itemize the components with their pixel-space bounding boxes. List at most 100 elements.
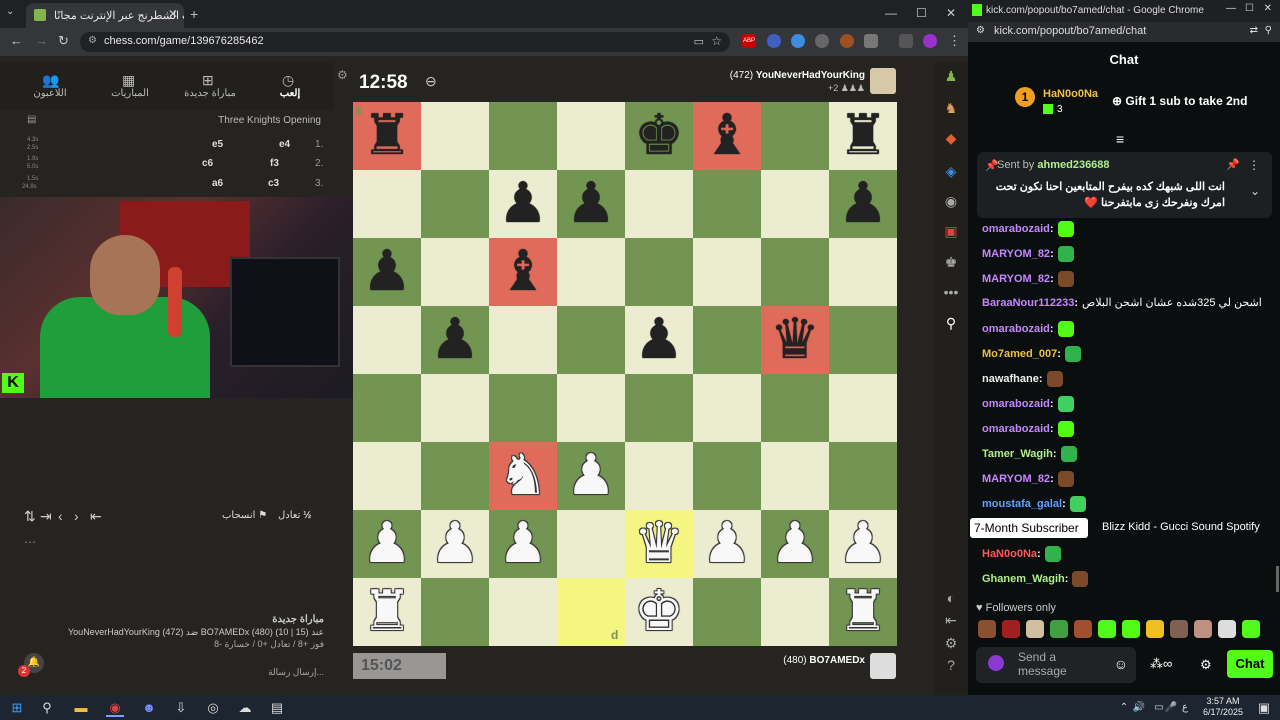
extensions-puzzle-icon[interactable] — [864, 34, 878, 48]
adblock-icon[interactable]: ABP — [742, 34, 756, 48]
black-piece-c6[interactable]: ♝ — [489, 238, 557, 306]
emote-icon[interactable] — [1170, 620, 1188, 638]
square-a3[interactable] — [353, 442, 421, 510]
white-move[interactable]: e4 — [279, 139, 290, 150]
chess-pawn-icon[interactable]: ♟ — [941, 68, 961, 88]
opponent-player[interactable]: (472) YouNeverHadYourKing +2 ♟♟♟ — [650, 70, 865, 94]
square-b8[interactable] — [421, 102, 489, 170]
emote-icon[interactable] — [1218, 620, 1236, 638]
help-icon[interactable]: ? — [941, 657, 961, 677]
extension-icon[interactable] — [767, 34, 781, 48]
start-menu-icon[interactable]: ⊞ — [8, 699, 26, 717]
chat-settings-icon[interactable]: ⚙ — [1200, 657, 1212, 673]
cast-icon[interactable]: ▭ — [694, 35, 704, 48]
chat-scrollbar[interactable] — [1276, 566, 1279, 592]
square-b3[interactable] — [421, 442, 489, 510]
white-piece-d3[interactable]: ♟ — [557, 442, 625, 510]
square-d8[interactable] — [557, 102, 625, 170]
square-h5[interactable] — [829, 306, 897, 374]
chat-username[interactable]: MARYOM_82 — [982, 473, 1050, 485]
system-clock[interactable]: 3:57 AM 6/17/2025 — [1193, 696, 1253, 718]
theme-toggle-icon[interactable]: ◐ — [941, 590, 961, 610]
square-g6[interactable] — [761, 238, 829, 306]
white-move[interactable]: f3 — [270, 158, 279, 169]
chat-username[interactable]: nawafhane — [982, 373, 1039, 385]
emote-icon[interactable] — [1026, 620, 1044, 638]
emote-icon[interactable] — [1242, 620, 1260, 638]
square-c5[interactable] — [489, 306, 557, 374]
square-d6[interactable] — [557, 238, 625, 306]
square-a7[interactable] — [353, 170, 421, 238]
notes-icon[interactable]: ▤ — [27, 114, 36, 125]
emote-icon[interactable] — [1122, 620, 1140, 638]
square-b7[interactable] — [421, 170, 489, 238]
emote-icon[interactable] — [1050, 620, 1068, 638]
chat-username[interactable]: omarabozaid — [982, 223, 1050, 235]
white-piece-b2[interactable]: ♟ — [421, 510, 489, 578]
chat-username[interactable]: HaN0o0Na — [982, 548, 1037, 560]
pinned-menu-icon[interactable]: ⋮ — [1248, 158, 1260, 172]
square-f4[interactable] — [693, 374, 761, 442]
translate-icon[interactable]: ⇄ — [1250, 25, 1258, 36]
discord-icon[interactable]: ☻ — [140, 699, 158, 717]
square-c4[interactable] — [489, 374, 557, 442]
language-indicator[interactable]: ع — [1176, 699, 1194, 717]
white-piece-e2[interactable]: ♛ — [625, 510, 693, 578]
maximize-icon[interactable]: ☐ — [916, 6, 927, 20]
chat-username[interactable]: BaraaNour112233 — [982, 297, 1074, 309]
obs-icon[interactable]: ◎ — [204, 699, 222, 717]
square-g7[interactable] — [761, 170, 829, 238]
emote-icon[interactable] — [1002, 620, 1020, 638]
square-a4[interactable] — [353, 374, 421, 442]
more-icon[interactable]: ••• — [941, 284, 961, 304]
chat-input[interactable]: Send a message ☺ — [976, 647, 1136, 683]
square-d4[interactable] — [557, 374, 625, 442]
settings-icon[interactable]: ⚙ — [941, 635, 961, 655]
back-icon[interactable]: ← — [10, 33, 23, 48]
pinned-sender[interactable]: ahmed236688 — [1037, 159, 1109, 171]
download-app-icon[interactable]: ⇩ — [172, 699, 190, 717]
square-e4[interactable] — [625, 374, 693, 442]
chat-username[interactable]: omarabozaid — [982, 398, 1050, 410]
tab-chess[interactable]: إلعب الشطرنج عبر الإنترنت مجانًا ✕ — [26, 3, 184, 28]
black-piece-d7[interactable]: ♟ — [557, 170, 625, 238]
black-piece-b5[interactable]: ♟ — [421, 306, 489, 374]
notification-center-icon[interactable]: ▣ — [1255, 699, 1273, 717]
black-piece-f8[interactable]: ♝ — [693, 102, 761, 170]
chat-username[interactable]: moustafa_galal — [982, 498, 1062, 510]
forward-icon[interactable]: → — [35, 33, 48, 48]
search-icon[interactable]: ⚲ — [1265, 25, 1272, 36]
new-tab-icon[interactable]: + — [190, 6, 198, 22]
white-move[interactable]: c3 — [268, 178, 279, 189]
collapse-icon[interactable]: ⇤ — [941, 612, 961, 632]
close-window-icon[interactable]: ✕ — [1264, 3, 1272, 14]
tab-new-game[interactable]: ⊞ مباراة جديدة — [170, 62, 250, 110]
chat-username[interactable]: Tamer_Wagih — [982, 448, 1053, 460]
tab-search-icon[interactable]: ⌄ — [6, 6, 14, 17]
square-h4[interactable] — [829, 374, 897, 442]
bookmark-star-icon[interactable]: ☆ — [711, 34, 722, 48]
url-input[interactable]: ⚙ chess.com/game/139676285462 ▭ ☆ — [80, 32, 730, 52]
kick-points-icon[interactable]: ⁂∞ — [1150, 656, 1172, 672]
emote-icon[interactable] — [978, 620, 996, 638]
chrome-menu-icon[interactable]: ⋮ — [948, 33, 961, 49]
white-piece-g2[interactable]: ♟ — [761, 510, 829, 578]
minimize-icon[interactable]: — — [1226, 3, 1236, 14]
square-b4[interactable] — [421, 374, 489, 442]
extension-icon[interactable] — [840, 34, 854, 48]
chat-username[interactable]: omarabozaid — [982, 423, 1050, 435]
file-explorer-icon[interactable]: ▬ — [72, 699, 90, 717]
news-icon[interactable]: ▣ — [941, 223, 961, 243]
square-d2[interactable] — [557, 510, 625, 578]
gift-cta[interactable]: ⊕ Gift 1 sub to take 2nd — [1112, 94, 1247, 108]
mic-icon[interactable] — [988, 655, 1004, 671]
emote-icon[interactable] — [1194, 620, 1212, 638]
square-e6[interactable] — [625, 238, 693, 306]
emoji-icon[interactable]: ☺ — [1114, 656, 1128, 672]
puzzle-icon[interactable]: ♞ — [941, 100, 961, 120]
emote-icon[interactable] — [1074, 620, 1092, 638]
chess-board[interactable]: ♜ ♚ ♝ ♜ ♟ ♟ ♟ ♟ ♝ ♟ ♟ ♛ ♞ ♟ ♟ ♟ ♟ ♛ ♟ ♟ ♟ ♜ ♚ ♜ 8 7 3 2 1 a b c d e f g h — [353, 102, 897, 646]
chat-username[interactable]: MARYOM_82 — [982, 248, 1050, 260]
white-piece-h2[interactable]: ♟ — [829, 510, 897, 578]
black-piece-a8[interactable]: ♜ — [353, 102, 421, 170]
